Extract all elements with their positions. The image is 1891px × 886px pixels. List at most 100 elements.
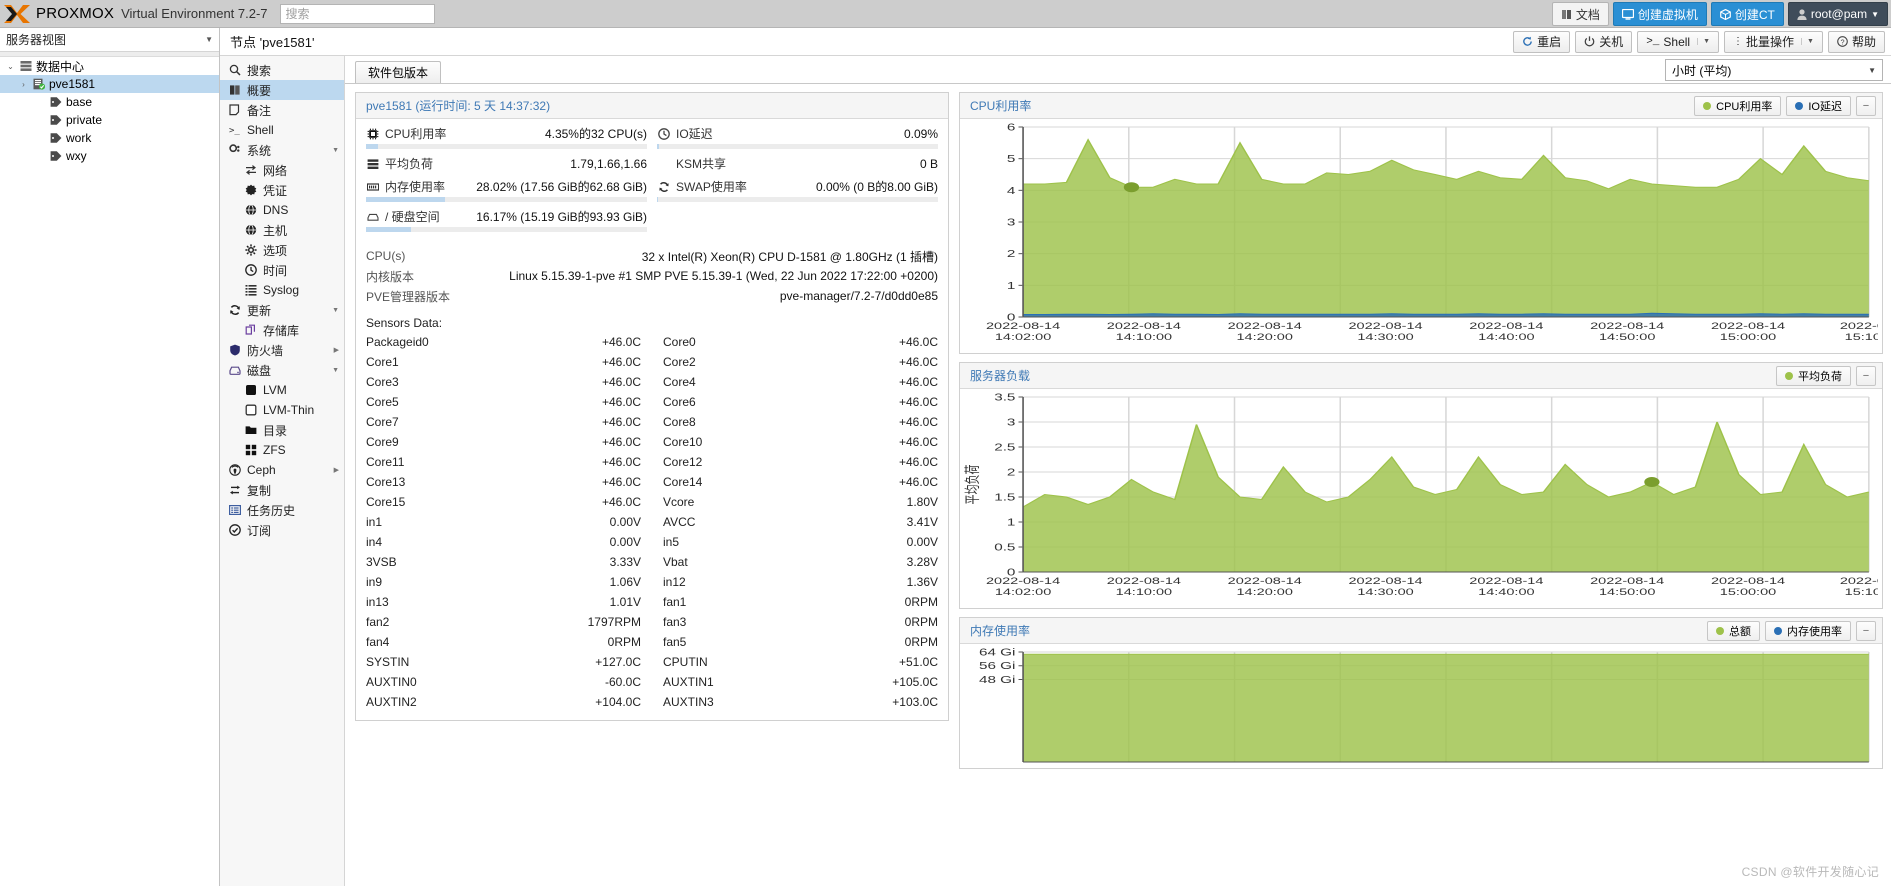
nav-item-磁盘[interactable]: 磁盘 ▼ [220,360,344,380]
nav-expand-icon[interactable]: ▼ [332,147,339,154]
legend-CPU利用率[interactable]: CPU利用率 [1694,95,1782,116]
sensor-name-2: Vcore [663,495,695,509]
legend-IO延迟[interactable]: IO延迟 [1786,95,1851,116]
nav-item-label: LVM-Thin [263,403,315,417]
usage-bar [366,227,647,232]
sensor-name-2: AUXTIN3 [663,695,714,709]
sensor-value-2: 1.80V [906,495,938,509]
legend-内存使用率[interactable]: 内存使用率 [1765,620,1851,641]
user-menu-button[interactable]: root@pam ▼ [1787,2,1888,26]
create-vm-button[interactable]: 创建虚拟机 [1612,2,1707,26]
tree-item-base[interactable]: base [0,93,219,111]
docs-label: 文档 [1575,7,1600,22]
sensor-name-2: fan1 [663,595,687,609]
server-view-selector[interactable]: 服务器视图 ▼ [0,28,219,52]
main-layout: 服务器视图 ▼ ⌄ 数据中心 › pve1581 base private work wxy … [0,28,1891,886]
tree-item-wxy[interactable]: wxy [0,147,219,165]
nav-item-搜索[interactable]: 搜索 [220,60,344,80]
nav-expand-icon[interactable]: ▶ [334,466,339,474]
chart-collapse-button[interactable]: − [1856,620,1876,641]
nav-item-shell[interactable]: >_ Shell [220,120,344,140]
sensor-value-2: 0RPM [904,635,938,649]
svg-text:2022-08-14: 2022-08-14 [1228,575,1302,586]
nav-item-复制[interactable]: 复制 [220,480,344,500]
legend-平均负荷[interactable]: 平均负荷 [1776,365,1851,386]
gauge-value: 0.00% (0 B的8.00 GiB) [815,180,938,194]
chart-collapse-button[interactable]: − [1856,365,1876,386]
nav-item-备注[interactable]: 备注 [220,100,344,120]
help-button[interactable]: ? 帮助 [1827,30,1885,53]
svg-text:64 Gi: 64 Gi [979,646,1015,658]
tree-item-数据中心[interactable]: ⌄ 数据中心 [0,57,219,75]
nav-item-防火墙[interactable]: 防火墙 ▶ [220,340,344,360]
tree-item-private[interactable]: private [0,111,219,129]
create-ct-button[interactable]: 创建CT [1710,2,1784,26]
nav-item-时间[interactable]: 时间 [220,260,344,280]
sensor-name-2: in5 [663,535,680,549]
legend-总额[interactable]: 总额 [1707,620,1760,641]
sensor-row: in13 1.01V fan1 0RPM [366,592,938,612]
svg-text:14:30:00: 14:30:00 [1357,331,1414,342]
docs-button[interactable]: 文档 [1551,2,1609,26]
nav-expand-icon[interactable]: ▶ [334,346,339,354]
nav-item-选项[interactable]: 选项 [220,240,344,260]
nav-item-系统[interactable]: 系统 ▼ [220,140,344,160]
shell-button[interactable]: >_ Shell ▼ [1637,30,1720,53]
time-range-value: 小时 (平均) [1672,63,1732,78]
nav-item-目录[interactable]: 目录 [220,420,344,440]
nav-item-存储库[interactable]: 存储库 [220,320,344,340]
nav-expand-icon[interactable]: ▼ [332,367,339,374]
nav-item-订阅[interactable]: 订阅 [220,520,344,540]
tree-caret-icon[interactable]: › [17,80,30,89]
nav-item-lvm-thin[interactable]: LVM-Thin [220,400,344,420]
node-nav-menu: 搜索 概要 备注 >_ Shell 系统 ▼ 网络 凭证 DNS 主机选项时间 Syslog 更新 ▼ 存储… [220,56,345,886]
tree-item-work[interactable]: work [0,129,219,147]
nav-item-网络[interactable]: 网络 [220,160,344,180]
sensor-row: in4 0.00V in5 0.00V [366,532,938,552]
nav-item-概要[interactable]: 概要 [220,80,344,100]
chart-title: 服务器负载 [970,369,1031,383]
restart-button[interactable]: 重启 [1513,30,1571,53]
svg-text:14:30:00: 14:30:00 [1357,586,1414,597]
gauge-label: / 硬盘空间 [385,210,440,224]
nav-item-任务历史[interactable]: 任务历史 [220,500,344,520]
svg-text:3: 3 [1007,216,1015,228]
nav-item-lvm[interactable]: LVM [220,380,344,400]
nav-expand-icon[interactable]: ▼ [332,307,339,314]
global-search[interactable] [279,3,435,24]
nav-item-主机[interactable]: 主机 [220,220,344,240]
chart-body: 48 Gi 56 Gi 64 Gi [960,644,1882,768]
nav-item-label: 选项 [263,243,288,258]
shutdown-button[interactable]: 关机 [1575,30,1633,53]
nav-item-凭证[interactable]: 凭证 [220,180,344,200]
sensor-name-2: Core0 [663,335,696,349]
nav-item-label: Ceph [247,463,276,477]
tree-item-label: work [66,131,92,145]
nav-item-ceph[interactable]: Ceph ▶ [220,460,344,480]
nav-item-dns[interactable]: DNS [220,200,344,220]
sensor-name-2: AUXTIN1 [663,675,714,689]
tag-icon [47,132,64,144]
svg-text:2022-08-14: 2022-08-14 [1107,575,1181,586]
nav-item-label: 防火墙 [247,343,284,358]
search-input[interactable] [285,6,429,21]
tree-caret-icon[interactable]: ⌄ [4,62,17,71]
tab-label: 软件包版本 [368,66,429,80]
shell-dropdown-arrow[interactable]: ▼ [1697,38,1710,45]
time-range-select[interactable]: 小时 (平均) ▼ [1665,59,1883,81]
bulk-dropdown-arrow[interactable]: ▼ [1801,38,1814,45]
nav-item-syslog[interactable]: Syslog [220,280,344,300]
sensor-row: fan4 0RPM fan5 0RPM [366,632,938,652]
svg-text:2022-08-14: 2022-08-14 [1469,575,1543,586]
node-icon [30,78,47,90]
sensor-name-2: fan5 [663,635,687,649]
sensor-name-1: in1 [366,515,383,529]
nav-item-zfs[interactable]: ZFS [220,440,344,460]
bulk-actions-button[interactable]: ⋮ 批量操作 ▼ [1724,30,1823,53]
nav-item-更新[interactable]: 更新 ▼ [220,300,344,320]
legend-color-dot [1795,101,1804,110]
tree-item-pve1581[interactable]: › pve1581 [0,75,219,93]
svg-text:2022-08-: 2022-08- [1840,575,1878,586]
chart-collapse-button[interactable]: − [1856,95,1876,116]
tab-package-versions[interactable]: 软件包版本 [355,61,442,83]
